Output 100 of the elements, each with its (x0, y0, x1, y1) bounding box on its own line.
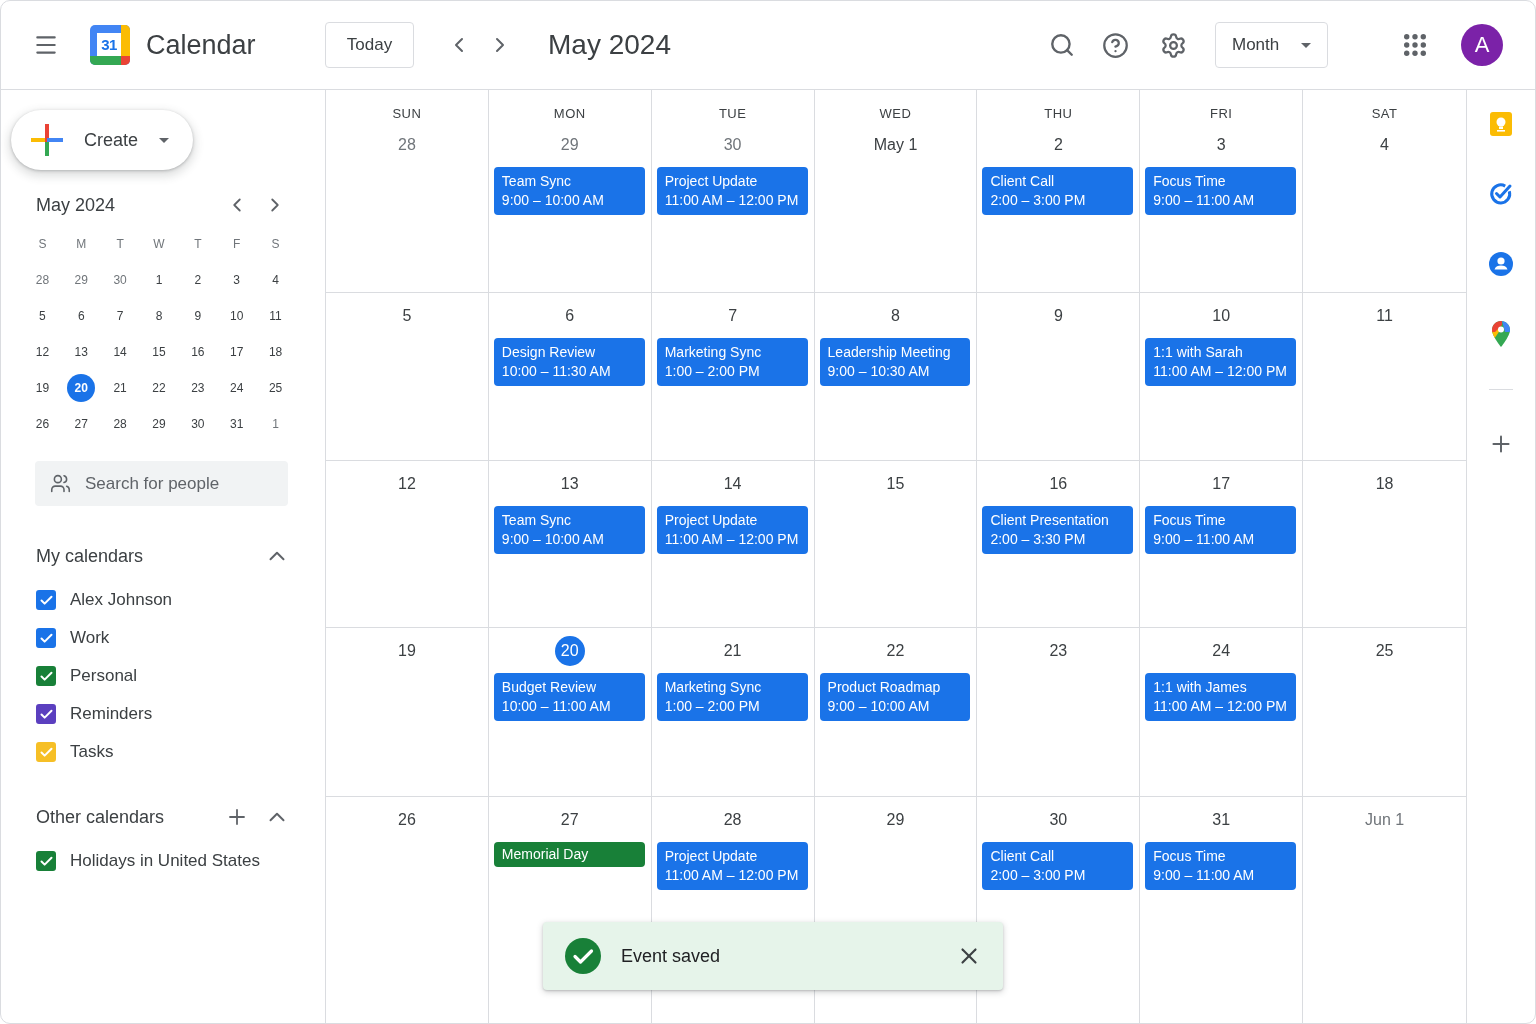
mini-calendar-day[interactable]: 27 (67, 410, 96, 438)
date-number[interactable]: 22 (880, 636, 911, 666)
mini-calendar-day[interactable]: 3 (222, 266, 251, 294)
calendar-name[interactable]: Personal (70, 666, 138, 686)
event-chip[interactable]: Marketing Sync 1:00 – 2:00 PM (656, 338, 808, 386)
mini-calendar-day[interactable]: 13 (67, 338, 96, 366)
date-number[interactable]: 19 (391, 636, 422, 666)
date-number[interactable]: May 1 (869, 130, 922, 160)
date-number[interactable]: 11 (1369, 301, 1400, 331)
event-chip[interactable]: Memorial Day (493, 842, 645, 867)
event-chip[interactable]: Design Review 10:00 – 11:30 AM (493, 338, 645, 386)
event-chip[interactable]: Focus Time 9:00 – 11:00 AM (1145, 506, 1297, 554)
mini-calendar-day[interactable]: 30 (183, 410, 212, 438)
date-number[interactable]: 13 (554, 469, 585, 499)
calendar-checkbox[interactable] (36, 590, 56, 610)
date-number[interactable]: 8 (880, 301, 911, 331)
calendar-name[interactable]: Reminders (70, 704, 153, 724)
event-chip[interactable]: Product Roadmap 9:00 – 10:00 AM (819, 673, 971, 721)
mini-calendar-day[interactable]: 15 (145, 338, 173, 366)
mini-calendar-day[interactable]: 8 (145, 302, 173, 330)
mini-calendar-day[interactable]: 24 (222, 374, 251, 402)
mini-calendar-day[interactable]: 29 (145, 410, 173, 438)
event-chip[interactable]: Project Update 11:00 AM – 12:00 PM (656, 167, 808, 215)
date-number[interactable]: 14 (717, 469, 748, 499)
date-number[interactable]: 25 (1369, 636, 1400, 666)
date-number[interactable]: 6 (554, 301, 585, 331)
date-number[interactable]: 9 (1043, 301, 1074, 331)
event-chip[interactable]: Budget Review 10:00 – 11:00 AM (493, 673, 645, 721)
mini-calendar-day[interactable]: 14 (106, 338, 135, 366)
event-chip[interactable]: Focus Time 9:00 – 11:00 AM (1145, 842, 1297, 890)
mini-calendar-day[interactable]: 1 (145, 266, 173, 294)
date-number[interactable]: 29 (554, 130, 585, 160)
date-number[interactable]: 2 (1043, 130, 1074, 160)
calendar-name[interactable]: Holidays in United States (70, 851, 260, 871)
mini-calendar-day[interactable]: 4 (261, 266, 290, 294)
date-number[interactable]: 24 (1206, 636, 1237, 666)
event-chip[interactable]: Client Call 2:00 – 3:00 PM (982, 842, 1134, 890)
calendar-checkbox[interactable] (36, 628, 56, 648)
mini-calendar-day[interactable]: 17 (222, 338, 251, 366)
event-chip[interactable]: Project Update 11:00 AM – 12:00 PM (656, 506, 808, 554)
event-chip[interactable]: Client Call 2:00 – 3:00 PM (982, 167, 1134, 215)
date-number[interactable]: 20 (554, 636, 585, 666)
mini-calendar-day[interactable]: 30 (106, 266, 135, 294)
date-number[interactable]: 16 (1043, 469, 1074, 499)
date-number[interactable]: 30 (717, 130, 748, 160)
event-chip[interactable]: Leadership Meeting 9:00 – 10:30 AM (819, 338, 971, 386)
avatar-button[interactable]: A (1461, 24, 1503, 66)
date-number[interactable]: 18 (1369, 469, 1400, 499)
people-search-field[interactable]: Search for people (35, 461, 288, 506)
mini-calendar-day[interactable]: 7 (106, 302, 135, 330)
mini-calendar-day[interactable]: 25 (261, 374, 290, 402)
mini-calendar-day[interactable]: 23 (183, 374, 212, 402)
date-number[interactable]: 17 (1206, 469, 1237, 499)
mini-calendar-day[interactable]: 28 (28, 266, 57, 294)
event-chip[interactable]: Project Update 11:00 AM – 12:00 PM (656, 842, 808, 890)
mini-calendar-day[interactable]: 19 (28, 374, 57, 402)
date-number[interactable]: 28 (717, 805, 748, 835)
mini-calendar-day[interactable]: 26 (28, 410, 57, 438)
mini-calendar-day[interactable]: 6 (67, 302, 96, 330)
event-chip[interactable]: 1:1 with James 11:00 AM – 12:00 PM (1145, 673, 1297, 721)
event-chip[interactable]: Focus Time 9:00 – 11:00 AM (1145, 167, 1297, 215)
event-chip[interactable]: Client Presentation 2:00 – 3:30 PM (982, 506, 1134, 554)
mini-calendar-day[interactable]: 9 (183, 302, 212, 330)
date-number[interactable]: 5 (391, 301, 422, 331)
mini-calendar-day[interactable]: 2 (183, 266, 212, 294)
calendar-checkbox[interactable] (36, 851, 56, 871)
mini-calendar-day[interactable]: 22 (145, 374, 173, 402)
mini-calendar-day[interactable]: 10 (222, 302, 251, 330)
calendar-checkbox[interactable] (36, 666, 56, 686)
calendar-checkbox[interactable] (36, 704, 56, 724)
event-chip[interactable]: Marketing Sync 1:00 – 2:00 PM (656, 673, 808, 721)
mini-calendar-day[interactable]: 20 (67, 374, 96, 402)
mini-calendar-day[interactable]: 28 (106, 410, 135, 438)
date-number[interactable]: 15 (880, 469, 911, 499)
calendar-name[interactable]: Tasks (70, 742, 114, 762)
mini-calendar-day[interactable]: 1 (261, 410, 290, 438)
mini-calendar-day[interactable]: 21 (106, 374, 135, 402)
date-number[interactable]: 31 (1206, 805, 1237, 835)
date-number[interactable]: 30 (1043, 805, 1074, 835)
date-number[interactable]: 12 (391, 469, 422, 499)
date-number[interactable]: 27 (554, 805, 585, 835)
date-number[interactable]: 21 (717, 636, 748, 666)
date-number[interactable]: 3 (1206, 130, 1237, 160)
mini-calendar-day[interactable]: 31 (222, 410, 251, 438)
mini-calendar-day[interactable]: 16 (183, 338, 212, 366)
date-number[interactable]: 28 (391, 130, 422, 160)
create-button[interactable]: Create (11, 110, 193, 170)
calendar-name[interactable]: Work (70, 628, 110, 648)
date-number[interactable]: 7 (717, 301, 748, 331)
event-chip[interactable]: 1:1 with Sarah 11:00 AM – 12:00 PM (1145, 338, 1297, 386)
event-chip[interactable]: Team Sync 9:00 – 10:00 AM (493, 167, 645, 215)
date-number[interactable]: 4 (1369, 130, 1400, 160)
event-chip[interactable]: Team Sync 9:00 – 10:00 AM (493, 506, 645, 554)
mini-calendar-day[interactable]: 12 (28, 338, 57, 366)
mini-calendar-day[interactable]: 5 (28, 302, 57, 330)
calendar-name[interactable]: Alex Johnson (70, 590, 173, 610)
date-number[interactable]: 29 (880, 805, 911, 835)
today-button[interactable]: Today (325, 22, 414, 68)
date-number[interactable]: Jun 1 (1361, 805, 1409, 835)
mini-calendar-day[interactable]: 29 (67, 266, 96, 294)
